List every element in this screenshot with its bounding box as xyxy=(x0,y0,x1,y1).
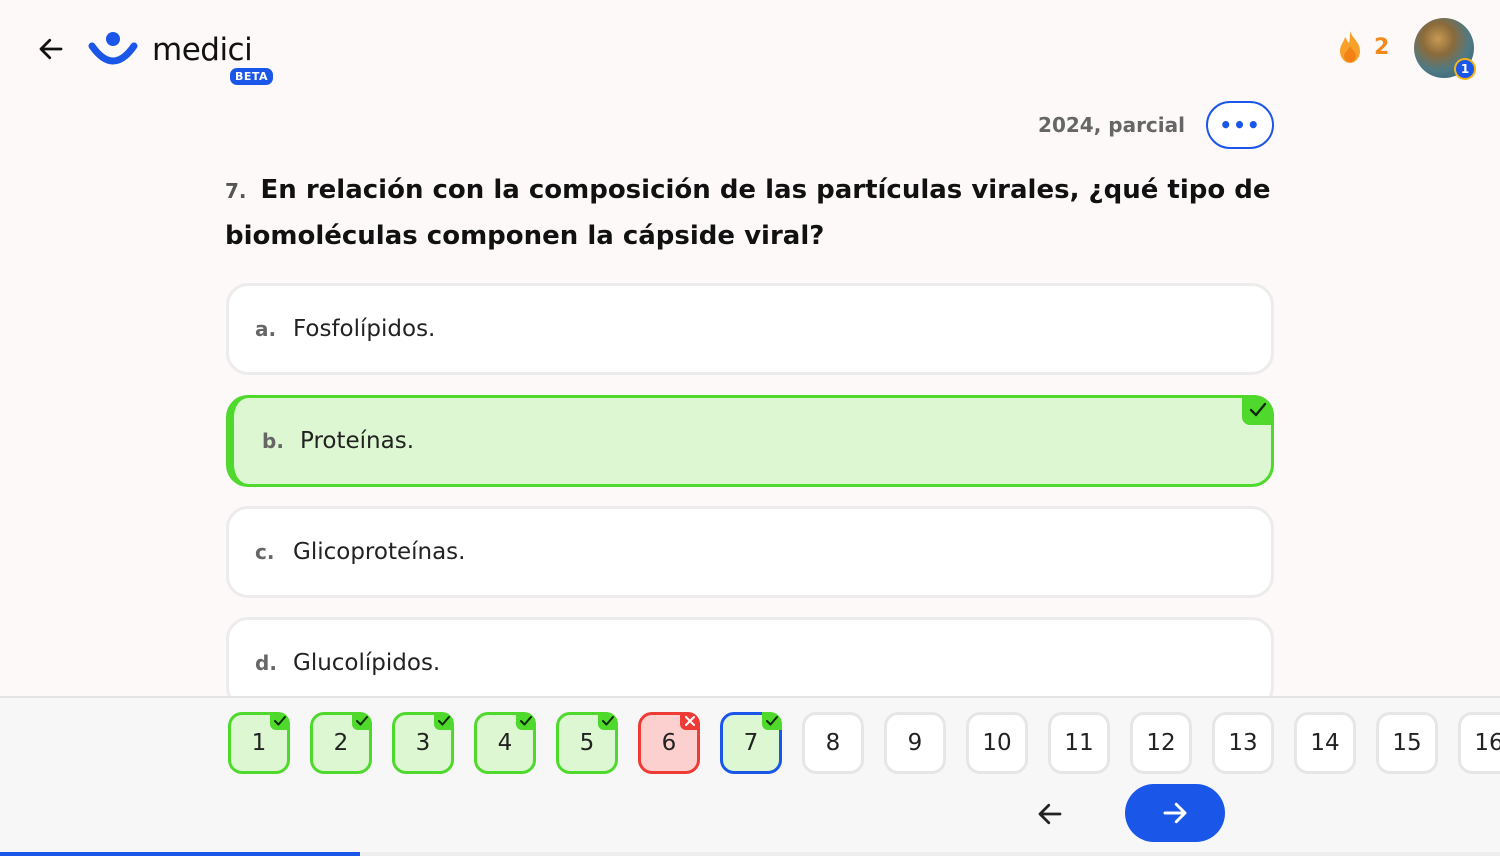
more-dots-icon: ••• xyxy=(1219,113,1261,137)
check-icon xyxy=(438,716,450,726)
streak-count: 2 xyxy=(1374,34,1390,60)
check-icon xyxy=(766,716,778,726)
more-options-button[interactable]: ••• xyxy=(1206,101,1274,149)
question-nav-item[interactable]: 14 xyxy=(1294,712,1356,774)
question-nav-label: 16 xyxy=(1474,730,1500,756)
medici-logo[interactable]: medici BETA xyxy=(88,30,274,85)
question-nav-item[interactable]: 6 xyxy=(638,712,700,774)
question-nav-item[interactable]: 16 xyxy=(1458,712,1500,774)
check-icon xyxy=(520,716,532,726)
question-nav-item[interactable]: 15 xyxy=(1376,712,1438,774)
correct-check-badge xyxy=(1242,395,1274,425)
check-icon xyxy=(274,716,286,726)
option-a[interactable]: a. Fosfolípidos. xyxy=(226,283,1274,375)
question-nav-label: 13 xyxy=(1228,730,1258,756)
question-text-block: 7. En relación con la composición de las … xyxy=(225,168,1275,259)
arrow-left-icon xyxy=(39,38,63,60)
question-nav-label: 15 xyxy=(1392,730,1422,756)
streak-indicator[interactable]: 2 xyxy=(1336,30,1389,64)
question-nav-item[interactable]: 3 xyxy=(392,712,454,774)
option-letter: a. xyxy=(255,317,277,341)
question-number: 7. xyxy=(225,179,247,203)
check-icon xyxy=(602,716,614,726)
question-nav-item[interactable]: 8 xyxy=(802,712,864,774)
question-nav-item[interactable]: 2 xyxy=(310,712,372,774)
check-icon xyxy=(356,716,368,726)
progress-fill xyxy=(0,852,360,856)
question-nav-item[interactable]: 7 xyxy=(720,712,782,774)
question-nav-label: 10 xyxy=(982,730,1012,756)
incorrect-mark-badge xyxy=(680,712,700,730)
option-text: Glicoproteínas. xyxy=(293,539,466,565)
question-nav-item[interactable]: 12 xyxy=(1130,712,1192,774)
arrow-right-icon xyxy=(1163,802,1187,824)
correct-mark-badge xyxy=(598,712,618,730)
question-source: 2024, parcial xyxy=(1038,113,1185,137)
x-icon xyxy=(685,716,695,726)
check-icon xyxy=(1249,402,1267,417)
correct-mark-badge xyxy=(762,712,782,730)
correct-mark-badge xyxy=(270,712,290,730)
question-nav-item[interactable]: 11 xyxy=(1048,712,1110,774)
option-letter: c. xyxy=(255,540,275,564)
question-nav-label: 2 xyxy=(333,730,349,756)
question-text: En relación con la composición de las pa… xyxy=(225,175,1271,251)
question-nav-label: 9 xyxy=(907,730,923,756)
option-letter: d. xyxy=(255,651,277,675)
question-nav-item[interactable]: 5 xyxy=(556,712,618,774)
question-navigator-list: 1 2 3 4 5 6 7 8 9 10 11 12 13 14 15 16 xyxy=(228,712,1500,774)
option-text: Glucolípidos. xyxy=(293,650,441,676)
question-nav-label: 14 xyxy=(1310,730,1340,756)
back-button[interactable] xyxy=(34,32,68,66)
option-letter: b. xyxy=(262,429,284,453)
correct-mark-badge xyxy=(352,712,372,730)
question-nav-item[interactable]: 4 xyxy=(474,712,536,774)
avatar-level-badge: 1 xyxy=(1454,58,1476,80)
question-navigator-bar: 1 2 3 4 5 6 7 8 9 10 11 12 13 14 15 16 xyxy=(0,696,1500,856)
avatar[interactable]: 1 xyxy=(1414,18,1476,80)
option-text: Fosfolípidos. xyxy=(293,316,436,342)
question-nav-item[interactable]: 10 xyxy=(966,712,1028,774)
logo-text: medici xyxy=(152,31,253,68)
correct-mark-badge xyxy=(434,712,454,730)
flame-icon xyxy=(1340,31,1360,63)
option-b[interactable]: b. Proteínas. xyxy=(226,395,1274,487)
beta-badge: BETA xyxy=(230,68,274,85)
question-nav-item[interactable]: 1 xyxy=(228,712,290,774)
question-nav-label: 7 xyxy=(743,730,759,756)
medici-logo-icon xyxy=(88,32,138,65)
next-question-button[interactable] xyxy=(1125,784,1225,842)
question-nav-item[interactable]: 9 xyxy=(884,712,946,774)
question-nav-label: 6 xyxy=(661,730,677,756)
question-nav-label: 3 xyxy=(415,730,431,756)
question-nav-label: 8 xyxy=(825,730,841,756)
option-text: Proteínas. xyxy=(300,428,415,454)
arrow-left-icon xyxy=(1038,803,1062,825)
progress-track xyxy=(0,852,1500,856)
option-c[interactable]: c. Glicoproteínas. xyxy=(226,506,1274,598)
previous-question-button[interactable] xyxy=(1030,794,1070,834)
question-nav-label: 5 xyxy=(579,730,595,756)
correct-mark-badge xyxy=(516,712,536,730)
question-nav-label: 4 xyxy=(497,730,513,756)
question-nav-item[interactable]: 13 xyxy=(1212,712,1274,774)
question-nav-label: 12 xyxy=(1146,730,1176,756)
question-nav-label: 1 xyxy=(251,730,267,756)
question-nav-label: 11 xyxy=(1064,730,1094,756)
